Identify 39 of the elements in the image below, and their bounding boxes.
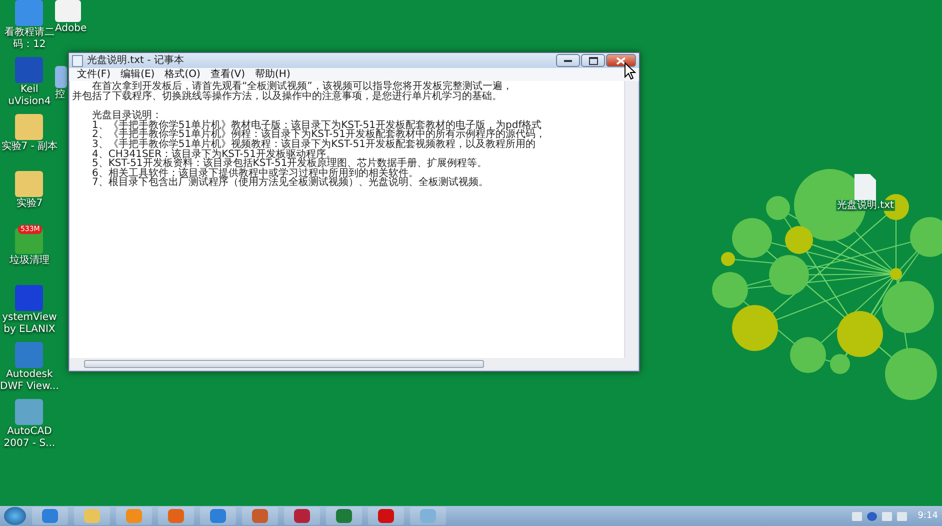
icon-label[interactable]: by ELANIX (4, 324, 56, 335)
icon-label[interactable]: 码：12 (13, 39, 46, 50)
text-line: 3、《手把手教你学51单片机》视频教程：该目录下为KST-51开发板配套视频教程，以及教程所用的 (91, 140, 537, 150)
start-button[interactable] (4, 507, 26, 525)
icon-label[interactable]: 看教程请二 (4, 27, 54, 38)
icon-label[interactable]: Keil (20, 84, 38, 95)
icon-label[interactable]: 2007 - S... (4, 438, 56, 449)
file-label[interactable]: 光盘说明.txt (836, 200, 895, 211)
icon-label[interactable]: DWF View... (0, 381, 59, 392)
icon-label[interactable]: Autodesk (6, 369, 53, 380)
menu-item[interactable]: 帮助(H) (255, 68, 290, 80)
text-line: 1、《手把手教你学51单片机》教材电子版：该目录下为KST-51开发板配套教材的电子版，为pdf格式 (91, 120, 543, 130)
icon-label[interactable]: ystemView (2, 312, 57, 323)
maximize-button[interactable] (581, 54, 605, 67)
text-line: 5、KST-51开发板资料：该目录包括KST-51开发板原理图、芯片数据手册、扩展例程等。 (91, 159, 488, 169)
close-icon (616, 56, 626, 64)
maximize-icon (588, 56, 598, 64)
vertical-scrollbar[interactable] (624, 81, 638, 358)
icon-label[interactable]: uVision4 (8, 96, 51, 107)
icon-label[interactable]: Adobe (55, 23, 87, 34)
icon-label[interactable]: 实验7 - 副本 (1, 141, 58, 152)
text-line: 2、《手把手教你学51单片机》例程：该目录下为KST-51开发板配套教材中的所有示例程序的源代码， (91, 130, 547, 140)
horizontal-scrollbar[interactable] (70, 358, 638, 370)
menu-item[interactable]: 编辑(E) (120, 68, 155, 80)
close-button[interactable] (606, 54, 636, 67)
icon-label[interactable]: 实验7 (16, 198, 43, 209)
icon-label[interactable]: AutoCAD (7, 426, 52, 437)
menu-item[interactable]: 文件(F) (77, 68, 111, 80)
minimize-button[interactable] (556, 54, 580, 67)
icon-label[interactable]: 垃圾清理 (9, 255, 50, 266)
text-line: 7、根目录下包含出厂测试程序（使用方法见全板测试视频）、光盘说明、全板测试视频。 (91, 178, 490, 188)
menu-item[interactable]: 查看(V) (210, 68, 246, 80)
window-title: 光盘说明.txt - 记事本 (87, 54, 185, 66)
text-file-icon[interactable] (854, 174, 876, 200)
text-line: 并包括了下载程序、切换跳线等操作方法，以及操作中的注意事项，是您进行单片机学习的基础。 (72, 92, 503, 102)
icon-label[interactable]: 控 (55, 89, 65, 100)
text-line: 光盘目录说明： (91, 111, 162, 121)
menu-item[interactable]: 格式(O) (164, 68, 200, 80)
minimize-icon (564, 60, 572, 62)
